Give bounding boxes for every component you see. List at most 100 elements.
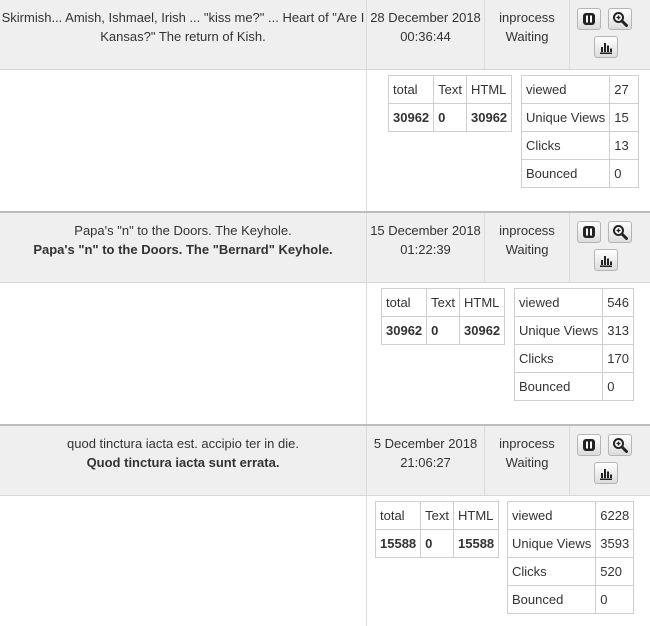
campaign-date-cell: 15 December 2018 01:22:39 <box>367 213 485 282</box>
bounced-label: Bounced <box>520 159 611 188</box>
bounced-value: 0 <box>609 159 640 188</box>
pause-icon <box>583 13 595 25</box>
col-text: Text <box>420 501 454 530</box>
clicks-value: 520 <box>595 557 635 586</box>
col-text: Text <box>433 75 467 104</box>
unique-views-label: Unique Views <box>506 529 597 558</box>
campaign-details: total Text HTML 30962 0 30962 viewed 546 … <box>0 283 650 426</box>
views-table: viewed 546 Unique Views 313 Clicks 170 Boun… <box>513 288 634 401</box>
clicks-label: Clicks <box>520 131 611 160</box>
campaign-state: Waiting <box>505 455 549 470</box>
campaign-date: 5 December 2018 <box>373 436 478 451</box>
campaign-subject: Papa's "n" to the Doors. The "Bernard" K… <box>33 242 333 257</box>
send-stats-table: total Text HTML 15588 0 15588 <box>374 501 500 558</box>
zoom-icon <box>613 438 628 453</box>
campaign-title-cell: Papa's "n" to the Doors. The Keyhole. Pa… <box>0 213 367 282</box>
bounced-label: Bounced <box>506 585 597 614</box>
campaign-header: Skirmish... Amish, Ishmael, Irish ... "k… <box>0 0 650 70</box>
pause-button[interactable] <box>577 8 601 30</box>
unique-views-label: Unique Views <box>513 316 604 345</box>
send-stats-table: total Text HTML 30962 0 30962 <box>387 75 513 132</box>
campaign-status-cell: inprocess Waiting <box>485 213 570 282</box>
total-value: 15588 <box>374 529 422 558</box>
pause-button[interactable] <box>577 221 601 243</box>
stats-button[interactable] <box>594 249 618 271</box>
campaign-actions <box>570 213 650 282</box>
viewed-label: viewed <box>520 75 611 104</box>
views-table: viewed 27 Unique Views 15 Clicks 13 Bounced… <box>520 75 640 188</box>
bar-chart-icon <box>600 256 612 267</box>
total-value: 30962 <box>387 103 435 132</box>
campaign-title: Papa's "n" to the Doors. The Keyhole. <box>74 223 292 238</box>
bounced-value: 0 <box>595 585 635 614</box>
campaign-time: 01:22:39 <box>400 242 451 257</box>
campaign-details: total Text HTML 30962 0 30962 viewed 27 U… <box>0 70 650 213</box>
zoom-icon <box>613 12 628 27</box>
zoom-button[interactable] <box>608 221 632 243</box>
col-html: HTML <box>465 75 513 104</box>
campaign-date-cell: 5 December 2018 21:06:27 <box>367 426 485 495</box>
unique-views-value: 15 <box>609 103 640 132</box>
campaign-time: 00:36:44 <box>400 29 451 44</box>
clicks-label: Clicks <box>513 344 604 373</box>
campaign-row: quod tinctura iacta est. accipio ter in … <box>0 426 650 626</box>
campaign-date-cell: 28 December 2018 00:36:44 <box>367 0 485 69</box>
campaign-date: 15 December 2018 <box>370 223 481 238</box>
pause-icon <box>583 226 595 238</box>
clicks-label: Clicks <box>506 557 597 586</box>
campaign-details: total Text HTML 15588 0 15588 viewed 6228… <box>0 496 650 626</box>
campaign-title-cell: quod tinctura iacta est. accipio ter in … <box>0 426 367 495</box>
campaign-date: 28 December 2018 <box>370 10 481 25</box>
bounced-value: 0 <box>602 372 634 401</box>
zoom-button[interactable] <box>608 434 632 456</box>
campaign-status: inprocess <box>499 223 555 238</box>
bar-chart-icon <box>600 469 612 480</box>
pause-icon <box>583 439 595 451</box>
campaign-state: Waiting <box>505 29 549 44</box>
campaign-title: Skirmish... Amish, Ishmael, Irish ... "k… <box>1 10 365 44</box>
campaign-subject: Quod tinctura iacta sunt errata. <box>86 455 280 470</box>
campaign-row: Papa's "n" to the Doors. The Keyhole. Pa… <box>0 213 650 426</box>
col-total: total <box>380 288 428 317</box>
campaign-actions <box>570 0 650 69</box>
viewed-label: viewed <box>506 501 597 530</box>
campaign-status: inprocess <box>499 436 555 451</box>
bar-chart-icon <box>600 43 612 54</box>
clicks-value: 170 <box>602 344 634 373</box>
campaign-status-cell: inprocess Waiting <box>485 426 570 495</box>
total-value: 30962 <box>380 316 428 345</box>
unique-views-value: 3593 <box>595 529 635 558</box>
col-total: total <box>374 501 422 530</box>
col-text: Text <box>426 288 460 317</box>
html-value: 15588 <box>452 529 500 558</box>
stats-button[interactable] <box>594 36 618 58</box>
campaign-header: quod tinctura iacta est. accipio ter in … <box>0 426 650 496</box>
campaign-status: inprocess <box>499 10 555 25</box>
text-value: 0 <box>433 103 467 132</box>
campaign-time: 21:06:27 <box>400 455 451 470</box>
viewed-value: 546 <box>602 288 634 317</box>
campaign-row: Skirmish... Amish, Ishmael, Irish ... "k… <box>0 0 650 213</box>
text-value: 0 <box>420 529 454 558</box>
zoom-icon <box>613 225 628 240</box>
campaign-state: Waiting <box>505 242 549 257</box>
campaign-actions <box>570 426 650 495</box>
campaign-title-cell: Skirmish... Amish, Ishmael, Irish ... "k… <box>0 0 367 69</box>
col-html: HTML <box>452 501 500 530</box>
html-value: 30962 <box>465 103 513 132</box>
bounced-label: Bounced <box>513 372 604 401</box>
send-stats-table: total Text HTML 30962 0 30962 <box>380 288 506 345</box>
clicks-value: 13 <box>609 131 640 160</box>
campaign-list: Skirmish... Amish, Ishmael, Irish ... "k… <box>0 0 650 626</box>
campaign-title: quod tinctura iacta est. accipio ter in … <box>67 436 299 451</box>
unique-views-label: Unique Views <box>520 103 611 132</box>
unique-views-value: 313 <box>602 316 634 345</box>
viewed-label: viewed <box>513 288 604 317</box>
col-total: total <box>387 75 435 104</box>
campaign-header: Papa's "n" to the Doors. The Keyhole. Pa… <box>0 213 650 283</box>
views-table: viewed 6228 Unique Views 3593 Clicks 520 Bo… <box>506 501 635 614</box>
zoom-button[interactable] <box>608 8 632 30</box>
pause-button[interactable] <box>577 434 601 456</box>
text-value: 0 <box>426 316 460 345</box>
stats-button[interactable] <box>594 462 618 484</box>
